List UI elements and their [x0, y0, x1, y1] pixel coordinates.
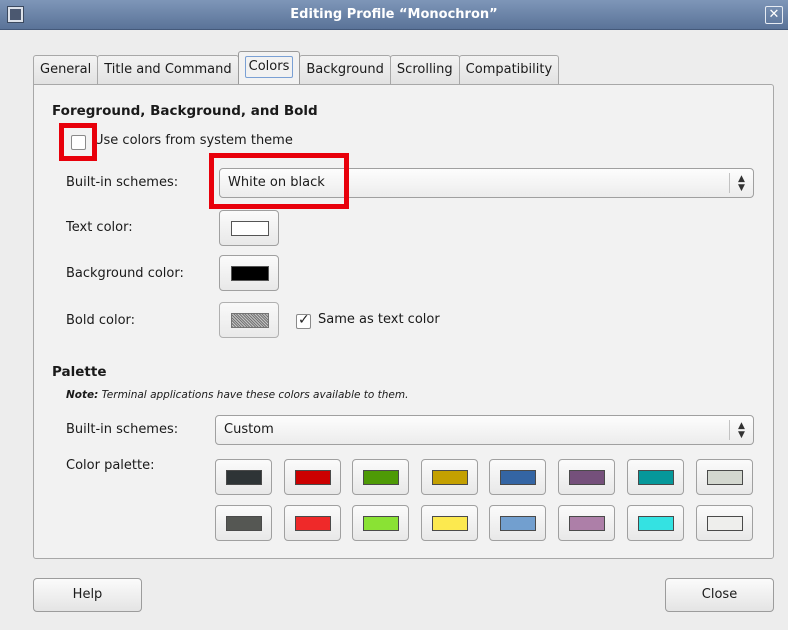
- palette-color-button[interactable]: [558, 505, 615, 541]
- palette-color-button[interactable]: [284, 505, 341, 541]
- palette-section-title: Palette: [52, 364, 107, 380]
- palette-color-swatch: [707, 470, 743, 485]
- palette-color-button[interactable]: [215, 505, 272, 541]
- tab-compatibility-label: Compatibility: [465, 62, 553, 77]
- palette-color-swatch: [569, 516, 605, 531]
- same-as-text-checkbox[interactable]: [296, 312, 311, 329]
- window-close-icon[interactable]: ✕: [765, 6, 783, 24]
- background-color-label: Background color:: [66, 266, 184, 281]
- tab-general[interactable]: General: [33, 55, 99, 84]
- bold-color-label: Bold color:: [66, 313, 136, 328]
- text-color-label: Text color:: [66, 220, 133, 235]
- palette-color-button[interactable]: [284, 459, 341, 495]
- palette-color-button[interactable]: [489, 505, 546, 541]
- palette-color-swatch: [295, 516, 331, 531]
- builtin-schemes-label: Built-in schemes:: [66, 175, 179, 190]
- use-system-theme-label: Use colors from system theme: [94, 133, 293, 148]
- tab-colors-label: Colors: [244, 56, 294, 78]
- close-button[interactable]: Close: [665, 578, 774, 612]
- bold-color-button[interactable]: [219, 302, 279, 338]
- builtin-schemes-combo[interactable]: White on black ▲ ▼: [219, 168, 754, 198]
- palette-note: Note: Terminal applications have these c…: [66, 389, 408, 401]
- background-color-button[interactable]: [219, 255, 279, 291]
- tab-scrolling[interactable]: Scrolling: [389, 55, 460, 84]
- tab-compatibility[interactable]: Compatibility: [458, 55, 560, 84]
- palette-color-swatch: [295, 470, 331, 485]
- palette-color-swatch: [707, 516, 743, 531]
- window-menu-icon[interactable]: [7, 6, 24, 23]
- tab-scrolling-label: Scrolling: [396, 62, 453, 77]
- title-bar: Editing Profile “Monochron” ✕: [0, 0, 788, 30]
- bold-color-swatch: [231, 313, 269, 328]
- combo-arrows-icon: ▲ ▼: [729, 420, 753, 440]
- palette-color-swatch: [638, 470, 674, 485]
- palette-color-swatch: [363, 470, 399, 485]
- palette-color-button[interactable]: [489, 459, 546, 495]
- palette-color-button[interactable]: [696, 459, 753, 495]
- palette-color-swatch: [638, 516, 674, 531]
- combo-arrows-icon: ▲ ▼: [729, 173, 753, 193]
- palette-color-swatch: [363, 516, 399, 531]
- window-title: Editing Profile “Monochron”: [290, 7, 498, 22]
- text-color-swatch: [231, 221, 269, 236]
- palette-color-swatch: [226, 470, 262, 485]
- tab-general-label: General: [40, 62, 92, 77]
- palette-color-button[interactable]: [627, 505, 684, 541]
- help-button-label: Help: [72, 587, 103, 602]
- background-color-swatch: [231, 266, 269, 281]
- tab-title-and-command-label: Title and Command: [104, 62, 232, 77]
- color-palette-label: Color palette:: [66, 458, 155, 473]
- palette-color-swatch: [569, 470, 605, 485]
- palette-color-button[interactable]: [421, 505, 478, 541]
- foreground-section-title: Foreground, Background, and Bold: [52, 103, 318, 119]
- palette-color-button[interactable]: [558, 459, 615, 495]
- palette-color-swatch: [500, 516, 536, 531]
- palette-builtin-schemes-label: Built-in schemes:: [66, 422, 179, 437]
- same-as-text-label: Same as text color: [318, 312, 440, 327]
- palette-color-button[interactable]: [352, 505, 409, 541]
- notebook-tabs: General Title and Command Colors Backgro…: [33, 51, 560, 84]
- tab-colors[interactable]: Colors: [237, 51, 301, 84]
- palette-builtin-schemes-combo[interactable]: Custom ▲ ▼: [215, 415, 754, 445]
- help-button[interactable]: Help: [33, 578, 142, 612]
- palette-note-text: Terminal applications have these colors …: [98, 389, 409, 401]
- palette-color-button[interactable]: [421, 459, 478, 495]
- use-system-theme-checkbox[interactable]: [71, 135, 86, 150]
- tab-background[interactable]: Background: [299, 55, 391, 84]
- close-button-label: Close: [701, 587, 738, 602]
- tab-title-and-command[interactable]: Title and Command: [97, 55, 239, 84]
- tab-background-label: Background: [306, 62, 384, 77]
- palette-note-bold: Note:: [66, 389, 99, 401]
- palette-color-button[interactable]: [627, 459, 684, 495]
- palette-color-swatch: [432, 470, 468, 485]
- palette-color-button[interactable]: [696, 505, 753, 541]
- palette-builtin-schemes-value: Custom: [224, 422, 274, 437]
- palette-color-swatch: [432, 516, 468, 531]
- palette-color-button[interactable]: [352, 459, 409, 495]
- palette-color-swatch: [500, 470, 536, 485]
- palette-color-button[interactable]: [215, 459, 272, 495]
- builtin-schemes-value: White on black: [228, 175, 325, 190]
- palette-color-swatch: [226, 516, 262, 531]
- text-color-button[interactable]: [219, 210, 279, 246]
